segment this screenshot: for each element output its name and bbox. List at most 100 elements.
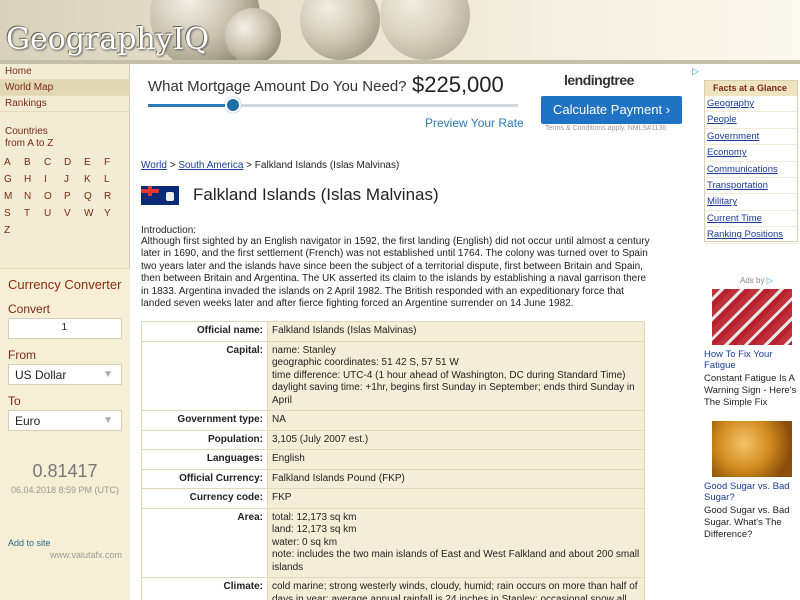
facts-link-communications[interactable]: Communications	[705, 162, 797, 178]
fact-key: Climate:	[141, 577, 268, 600]
facts-link-ranking-positions[interactable]: Ranking Positions	[705, 227, 797, 244]
breadcrumb-separator: >	[166, 160, 179, 171]
fact-value-line: cold marine; strong westerly winds, clou…	[272, 581, 638, 600]
slider-handle[interactable]	[225, 97, 242, 113]
alpha-letter-t[interactable]: T	[24, 208, 44, 224]
currency-converter: Currency Converter Convert 1 From US Dol…	[0, 268, 130, 600]
alpha-letter-i[interactable]: I	[44, 174, 64, 190]
fact-value: cold marine; strong westerly winds, clou…	[267, 577, 645, 600]
table-row: Languages: English	[141, 449, 645, 470]
ad-text[interactable]: Good Sugar vs. Bad Sugar. What's The Dif…	[704, 505, 800, 541]
fact-value-line: land: 12,173 sq km	[272, 524, 357, 535]
add-to-site-link[interactable]: Add to site	[0, 538, 130, 548]
alpha-letter-j[interactable]: J	[64, 174, 84, 190]
fact-key: Area:	[141, 507, 268, 578]
from-currency-select[interactable]: US Dollar ▼	[8, 364, 122, 385]
ad-terms: Terms & Conditions apply. NMLS#1136	[545, 125, 667, 132]
alpha-letter-u[interactable]: U	[44, 208, 64, 224]
alpha-letter-v[interactable]: V	[64, 208, 84, 224]
ad-image-honey[interactable]	[712, 421, 792, 477]
alpha-letter-k[interactable]: K	[84, 174, 104, 190]
alpha-letter-b[interactable]: B	[24, 157, 44, 173]
site-logo[interactable]: GeographyIQ	[6, 22, 209, 57]
mortgage-ad[interactable]: What Mortgage Amount Do You Need? $225,0…	[140, 64, 700, 144]
table-row: Climate: cold marine; strong westerly win…	[141, 577, 645, 600]
globe-decoration	[300, 0, 380, 60]
to-currency-select[interactable]: Euro ▼	[8, 410, 122, 431]
facts-link-people[interactable]: People	[705, 112, 797, 129]
ad-text[interactable]: Constant Fatigue Is A Warning Sign - Her…	[704, 373, 800, 409]
ad-image-meat[interactable]	[712, 289, 792, 345]
fact-value-line: Falkland Islands (Islas Malvinas)	[272, 325, 417, 336]
fact-value: Falkland Islands Pound (FKP)	[267, 468, 645, 489]
fact-value-line: daylight saving time: +1hr, begins first…	[272, 382, 635, 406]
alpha-letter-d[interactable]: D	[64, 157, 84, 173]
nav-rankings[interactable]: Rankings	[0, 96, 129, 112]
fact-value-line: English	[272, 453, 305, 464]
fact-value: total: 12,173 sq km land: 12,173 sq km wat…	[267, 507, 645, 578]
fact-value: name: Stanley geographic coordinates: 51 …	[267, 340, 645, 411]
flag-crest	[166, 192, 174, 201]
alpha-letter-z[interactable]: Z	[4, 225, 24, 241]
fact-value: 3,105 (July 2007 est.)	[267, 429, 645, 450]
breadcrumb-region[interactable]: South America	[178, 160, 243, 171]
alpha-letter-h[interactable]: H	[24, 174, 44, 190]
adchoices-icon[interactable]: ▷	[767, 276, 773, 285]
alpha-letter-w[interactable]: W	[84, 208, 104, 224]
alpha-letter-c[interactable]: C	[44, 157, 64, 173]
amount-slider[interactable]	[148, 97, 518, 113]
alpha-letter-a[interactable]: A	[4, 157, 24, 173]
provider-link[interactable]: www.valutafx.com	[0, 550, 130, 560]
union-jack-canton	[141, 186, 159, 196]
fact-key: Official Currency:	[141, 468, 268, 489]
alpha-letter-q[interactable]: Q	[84, 191, 104, 207]
fact-value-line: geographic coordinates: 51 42 S, 57 51 W	[272, 357, 459, 368]
alpha-letter-s[interactable]: S	[4, 208, 24, 224]
facts-link-geography[interactable]: Geography	[705, 96, 797, 113]
alpha-letter-l[interactable]: L	[104, 174, 124, 190]
facts-at-a-glance: Facts at a Glance Geography People Gover…	[704, 80, 798, 244]
lendingtree-logo: lendingtree	[564, 72, 634, 88]
from-currency-value: US Dollar	[15, 368, 67, 382]
amount-input[interactable]: 1	[8, 318, 122, 339]
alpha-letter-g[interactable]: G	[4, 174, 24, 190]
facts-link-economy[interactable]: Economy	[705, 145, 797, 162]
calculate-payment-button[interactable]: Calculate Payment ›	[541, 96, 682, 124]
countries-heading-line1: Countries	[5, 126, 48, 137]
fact-value-line: name: Stanley	[272, 344, 336, 356]
ad-headline[interactable]: How To Fix Your Fatigue	[704, 349, 800, 371]
fact-key: Currency code:	[141, 488, 268, 509]
facts-link-government[interactable]: Government	[705, 129, 797, 146]
intro-label: Introduction:	[141, 225, 197, 236]
ad-headline[interactable]: Good Sugar vs. Bad Sugar?	[704, 481, 800, 503]
alpha-letter-f[interactable]: F	[104, 157, 124, 173]
alpha-letter-o[interactable]: O	[44, 191, 64, 207]
ads-by-text: Ads by	[740, 276, 765, 285]
nav-home[interactable]: Home	[0, 64, 129, 80]
facts-link-current-time[interactable]: Current Time	[705, 211, 797, 228]
alpha-letter-p[interactable]: P	[64, 191, 84, 207]
adchoices-icon[interactable]: ▷	[692, 66, 699, 77]
fact-value-line: note: includes the two main islands of E…	[272, 549, 640, 573]
globe-decoration	[225, 8, 281, 64]
alpha-letter-r[interactable]: R	[104, 191, 124, 207]
fact-key: Official name:	[141, 321, 268, 342]
facts-link-military[interactable]: Military	[705, 194, 797, 211]
alpha-letter-m[interactable]: M	[4, 191, 24, 207]
globe-decoration	[380, 0, 470, 60]
fact-value-line: time difference: UTC-4 (1 hour ahead of …	[272, 369, 626, 381]
alpha-letter-e[interactable]: E	[84, 157, 104, 173]
right-ad-column: Ads by ▷ How To Fix Your Fatigue Constan…	[704, 276, 800, 541]
preview-rate-link[interactable]: Preview Your Rate	[425, 116, 524, 130]
ad-question: What Mortgage Amount Do You Need?	[148, 78, 407, 95]
currency-title: Currency Converter	[8, 277, 122, 292]
main-nav: Home World Map Rankings	[0, 64, 129, 112]
breadcrumb-world[interactable]: World	[141, 160, 167, 171]
facts-link-transportation[interactable]: Transportation	[705, 178, 797, 195]
fact-value-line: FKP	[272, 492, 292, 503]
nav-world-map[interactable]: World Map	[0, 80, 129, 96]
fact-key: Government type:	[141, 410, 268, 431]
fact-key: Population:	[141, 429, 268, 450]
alpha-letter-n[interactable]: N	[24, 191, 44, 207]
alpha-letter-y[interactable]: Y	[104, 208, 124, 224]
